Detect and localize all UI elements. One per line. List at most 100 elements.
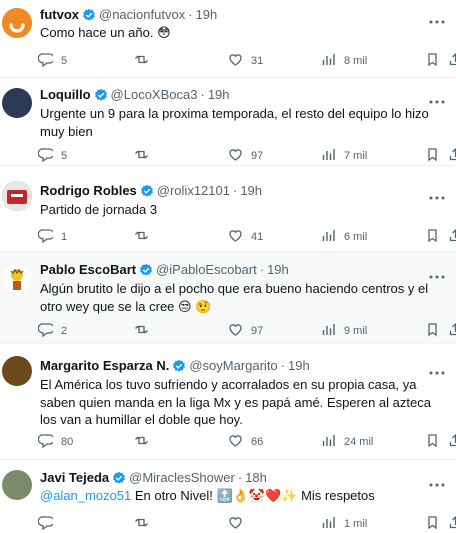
avatar[interactable]	[2, 8, 32, 38]
reply-count: 2	[61, 325, 68, 337]
retweet-button[interactable]	[134, 515, 157, 533]
avatar[interactable]	[2, 264, 32, 294]
like-icon	[228, 147, 243, 165]
views-icon	[321, 52, 336, 70]
bookmark-button[interactable]	[425, 228, 440, 246]
timestamp[interactable]: 19h	[196, 7, 218, 22]
like-button[interactable]: 97	[228, 147, 263, 165]
more-icon[interactable]	[428, 267, 446, 279]
separator-dot: ·	[280, 358, 286, 373]
more-icon[interactable]	[428, 188, 446, 200]
retweet-icon	[134, 228, 149, 246]
avatar[interactable]	[2, 470, 32, 500]
views-button[interactable]: 9 mil	[321, 322, 367, 340]
reply-button[interactable]: 2	[37, 322, 68, 340]
action-bar: 1 mil	[37, 515, 456, 533]
retweet-button[interactable]	[134, 228, 157, 246]
more-icon[interactable]	[428, 12, 446, 24]
mention-link[interactable]: @alan_mozo51	[40, 488, 131, 503]
tweet-header: futvox @nacionfutvox · 19h	[40, 7, 217, 22]
author-name[interactable]: Margarito Esparza N.	[40, 358, 169, 373]
like-button[interactable]: 97	[228, 322, 263, 340]
author-handle[interactable]: @MiraclesShower	[129, 470, 235, 485]
retweet-button[interactable]	[134, 322, 157, 340]
share-button[interactable]	[448, 228, 456, 246]
like-count: 97	[251, 150, 264, 162]
action-bar: 5 97 7 mil	[37, 147, 456, 165]
retweet-button[interactable]	[134, 433, 157, 451]
author-handle[interactable]: @soyMargarito	[189, 358, 277, 373]
like-icon	[228, 433, 243, 451]
timestamp[interactable]: 19h	[267, 262, 289, 277]
views-count: 24 mil	[344, 436, 374, 448]
tweet-reply[interactable]: Loquillo @LocoXBoca3 · 19h Urgente un 9 para…	[0, 78, 456, 166]
views-count: 7 mil	[344, 150, 368, 162]
more-icon[interactable]	[428, 92, 446, 104]
like-count: 66	[251, 436, 264, 448]
views-button[interactable]: 8 mil	[321, 52, 367, 70]
author-handle[interactable]: @rolix12101	[157, 183, 230, 198]
tweet-header: Javi Tejeda @MiraclesShower · 18h	[40, 470, 267, 485]
avatar[interactable]	[2, 181, 32, 211]
share-button[interactable]	[448, 515, 456, 533]
reply-feed: futvox @nacionfutvox · 19h Como hace un año.…	[0, 0, 456, 533]
more-icon[interactable]	[428, 363, 446, 375]
views-icon	[321, 228, 336, 246]
author-name[interactable]: Rodrigo Robles	[40, 183, 137, 198]
bookmark-icon	[425, 147, 440, 165]
bookmark-button[interactable]	[425, 515, 440, 533]
views-count: 8 mil	[344, 55, 368, 67]
reply-button[interactable]: 5	[37, 147, 67, 165]
tweet-reply[interactable]: Rodrigo Robles @rolix12101 · 19h Partido de …	[0, 166, 456, 252]
like-icon	[228, 515, 243, 533]
share-icon	[448, 147, 456, 165]
reply-button[interactable]	[37, 515, 61, 533]
bookmark-button[interactable]	[425, 52, 440, 70]
bookmark-button[interactable]	[425, 322, 440, 340]
tweet-reply[interactable]: Margarito Esparza N. @soyMargarito · 19h El …	[0, 344, 456, 460]
retweet-button[interactable]	[134, 147, 157, 165]
timestamp[interactable]: 19h	[240, 183, 262, 198]
avatar[interactable]	[2, 88, 32, 118]
reply-button[interactable]: 80	[37, 433, 73, 451]
share-icon	[448, 515, 456, 533]
views-button[interactable]: 7 mil	[321, 147, 367, 165]
action-bar: 5 31 8 mil	[37, 52, 456, 70]
share-button[interactable]	[448, 433, 456, 451]
share-button[interactable]	[448, 52, 456, 70]
tweet-reply[interactable]: Pablo EscoBart @iPabloEscobart · 19h Algún b…	[0, 252, 456, 344]
bookmark-icon	[425, 515, 440, 533]
like-button[interactable]	[228, 515, 251, 533]
views-button[interactable]: 24 mil	[321, 433, 373, 451]
author-name[interactable]: futvox	[40, 7, 79, 22]
bookmark-button[interactable]	[425, 147, 440, 165]
timestamp[interactable]: 18h	[245, 470, 267, 485]
reply-button[interactable]: 5	[37, 52, 67, 70]
like-button[interactable]: 31	[228, 52, 263, 70]
like-button[interactable]: 41	[228, 228, 263, 246]
avatar[interactable]	[2, 356, 32, 386]
reply-button[interactable]: 1	[37, 228, 67, 246]
author-handle[interactable]: @LocoXBoca3	[111, 87, 198, 102]
author-handle[interactable]: @iPabloEscobart	[156, 262, 257, 277]
action-bar: 80 66 24 mil	[37, 433, 456, 451]
like-button[interactable]: 66	[228, 433, 263, 451]
author-name[interactable]: Loquillo	[40, 87, 91, 102]
views-button[interactable]: 6 mil	[321, 228, 367, 246]
author-name[interactable]: Javi Tejeda	[40, 470, 109, 485]
author-handle[interactable]: @nacionfutvox	[99, 7, 185, 22]
reply-icon	[37, 433, 55, 451]
more-icon[interactable]	[428, 475, 446, 487]
share-button[interactable]	[448, 322, 456, 340]
timestamp[interactable]: 19h	[208, 87, 230, 102]
like-count: 41	[251, 231, 264, 243]
retweet-button[interactable]	[134, 52, 157, 70]
share-button[interactable]	[448, 147, 456, 165]
views-count: 6 mil	[344, 231, 368, 243]
timestamp[interactable]: 19h	[288, 358, 310, 373]
tweet-reply[interactable]: futvox @nacionfutvox · 19h Como hace un año.…	[0, 0, 456, 78]
author-name[interactable]: Pablo EscoBart	[40, 262, 136, 277]
bookmark-button[interactable]	[425, 433, 440, 451]
views-button[interactable]: 1 mil	[321, 515, 367, 533]
tweet-reply[interactable]: Javi Tejeda @MiraclesShower · 18h @alan_mozo…	[0, 460, 456, 533]
